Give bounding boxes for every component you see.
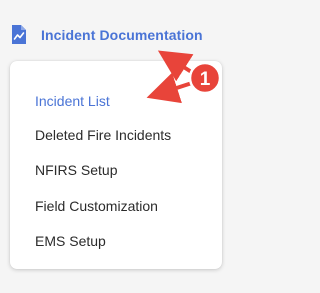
- incident-documentation-label[interactable]: Incident Documentation: [41, 27, 203, 43]
- incident-documentation-nav-header[interactable]: Incident Documentation: [0, 18, 249, 54]
- screenshot-stage: Incident Documentation Incident List Del…: [0, 0, 249, 293]
- menu-item-ems-setup[interactable]: EMS Setup: [35, 233, 106, 249]
- menu-item-nfirs-setup[interactable]: NFIRS Setup: [35, 162, 117, 178]
- menu-item-field-customization[interactable]: Field Customization: [35, 198, 158, 214]
- menu-item-incident-list[interactable]: Incident List: [35, 93, 110, 109]
- menu-item-deleted-fire-incidents[interactable]: Deleted Fire Incidents: [35, 127, 171, 143]
- document-chart-icon: [11, 24, 27, 45]
- incident-documentation-dropdown-menu: Incident List Deleted Fire Incidents NFI…: [10, 61, 222, 269]
